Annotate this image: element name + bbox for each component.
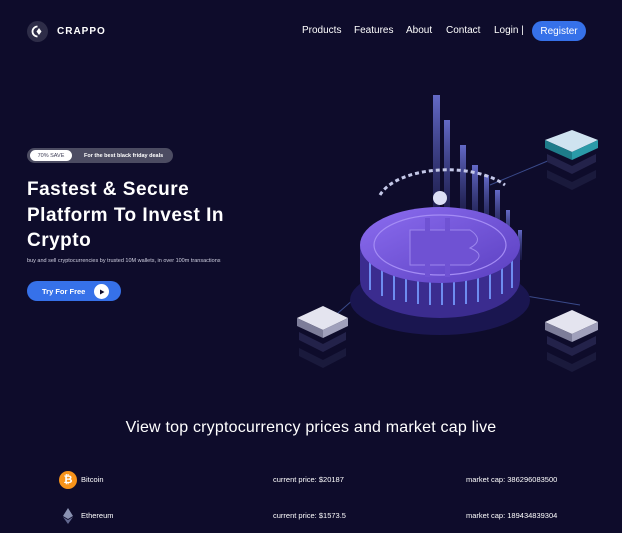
coin-market-cap: market cap: 189434839304	[466, 511, 558, 520]
try-for-free-button[interactable]: Try For Free	[27, 281, 121, 301]
cta-label: Try For Free	[42, 286, 86, 296]
badge-pill: 70% SAVE	[30, 150, 72, 161]
brand-name: CRAPPO	[57, 26, 106, 37]
hero-title-line-3: Crypto	[27, 230, 92, 251]
coin-price: current price: $20187	[273, 475, 344, 484]
top-navbar: CRAPPO Products Features About Contact L…	[0, 0, 622, 62]
nav-link-login[interactable]: Login |	[494, 25, 524, 36]
market-section-title: View top cryptocurrency prices and marke…	[125, 419, 497, 436]
crypto-row-bitcoin[interactable]: ₿ Bitcoin current price: $20187 market c…	[0, 471, 622, 499]
bitcoin-icon: ₿	[59, 471, 77, 489]
hero-title-line-2: Platform To Invest In	[27, 204, 225, 226]
ethereum-icon	[59, 507, 77, 525]
hero-title: Fastest & Secure Platform To Invest In C…	[27, 177, 297, 254]
hero-subtitle: buy and sell cryptocurrencies by trusted…	[27, 258, 221, 264]
nav-link-contact[interactable]: Contact	[446, 25, 480, 36]
crappo-logo-icon	[27, 21, 48, 42]
hero-title-line-1: Fastest & Secure	[27, 179, 190, 200]
coin-price: current price: $1573.5	[273, 511, 346, 520]
nav-link-products[interactable]: Products	[302, 25, 341, 36]
nav-link-features[interactable]: Features	[354, 25, 393, 36]
coin-name: Bitcoin	[81, 475, 104, 484]
nav-link-about[interactable]: About	[406, 25, 432, 36]
crypto-row-ethereum[interactable]: Ethereum current price: $1573.5 market c…	[0, 507, 622, 533]
promo-badge: 70% SAVE For the best black friday deals	[27, 148, 173, 163]
coin-name: Ethereum	[81, 511, 114, 520]
badge-text: For the best black friday deals	[84, 152, 164, 159]
crypto-coin-illustration	[297, 95, 598, 372]
register-button[interactable]: Register	[532, 21, 586, 41]
coin-market-cap: market cap: 386296083500	[466, 475, 558, 484]
play-icon	[94, 284, 109, 299]
brand-logo[interactable]: CRAPPO	[27, 21, 106, 42]
